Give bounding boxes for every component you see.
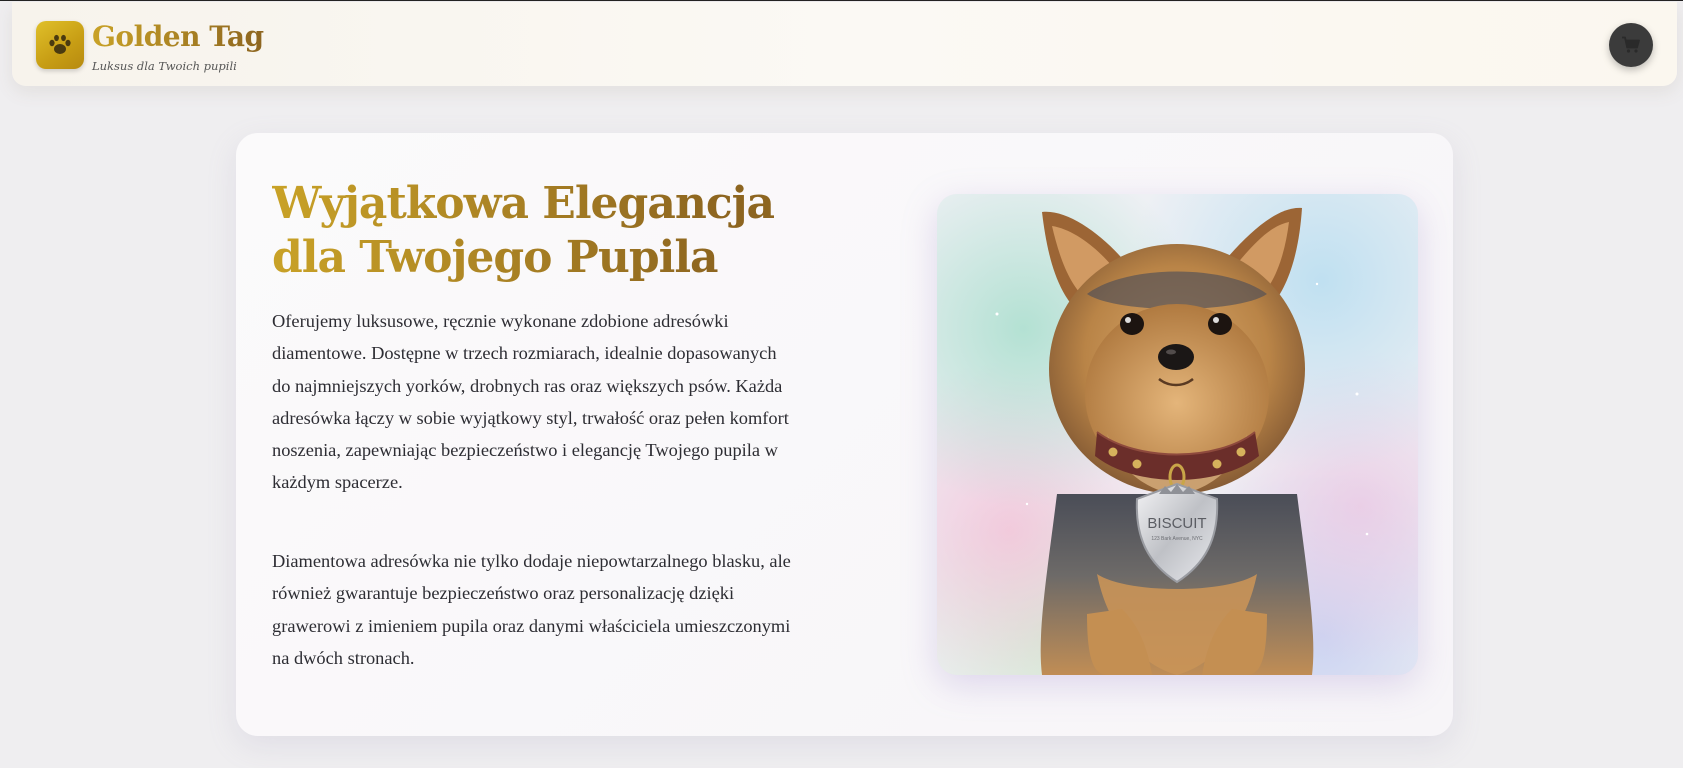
cart-icon [1622, 36, 1640, 53]
logo-badge[interactable] [36, 21, 84, 69]
hero-description-secondary: Diamentowa adresówka nie tylko dodaje ni… [272, 551, 791, 668]
tag-subtext: 123 Bark Avenue, NYC [1151, 536, 1203, 542]
hero-title: Wyjątkowa Elegancja dla Twojego Pupila [272, 177, 832, 285]
paw-icon [49, 34, 71, 54]
brand-tagline: Luksus dla Twoich pupili [92, 59, 237, 73]
cart-button[interactable] [1609, 23, 1653, 67]
brand-title[interactable]: Golden Tag [92, 20, 264, 53]
yorkshire-terrier-illustration: BISCUIT 123 Bark Avenue, NYC [995, 207, 1369, 675]
tag-name: BISCUIT [1147, 515, 1206, 532]
hero-description: Oferujemy luksusowe, ręcznie wykonane zd… [272, 311, 789, 493]
hero-card: Wyjątkowa Elegancja dla Twojego Pupila O… [236, 133, 1453, 736]
dog-product-image: BISCUIT 123 Bark Avenue, NYC [937, 194, 1418, 675]
site-header: Golden Tag Luksus dla Twoich pupili [12, 2, 1677, 86]
